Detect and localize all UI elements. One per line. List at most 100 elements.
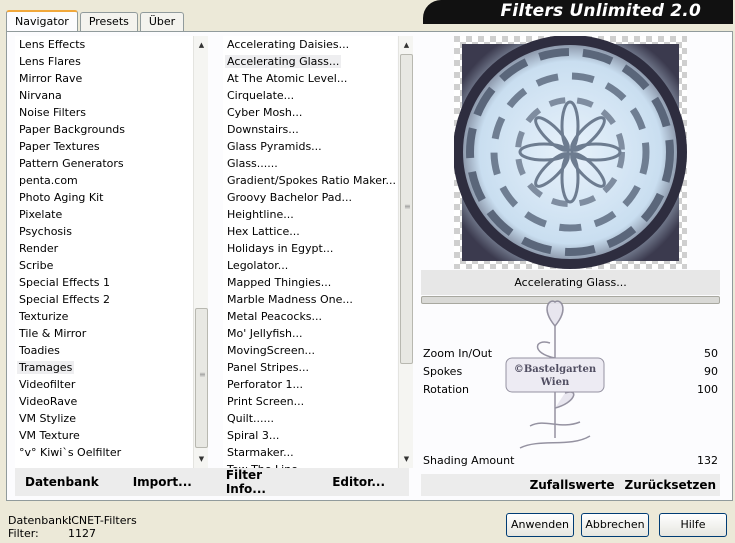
- filter-item-label: Metal Peacocks...: [227, 310, 323, 323]
- category-item[interactable]: Lens Effects: [15, 36, 193, 53]
- param-value: 90: [704, 365, 718, 378]
- category-item[interactable]: Psychosis: [15, 223, 193, 240]
- category-item[interactable]: Toadies: [15, 342, 193, 359]
- random-values-link[interactable]: Zufallswerte: [530, 478, 615, 492]
- scroll-up-arrow-icon[interactable]: ▲: [194, 38, 209, 52]
- filter-item[interactable]: Glass Pyramids...: [223, 138, 397, 155]
- filter-item[interactable]: Starmaker...: [223, 444, 397, 461]
- category-item[interactable]: Videofilter: [15, 376, 193, 393]
- category-item-label: Tile & Mirror: [19, 327, 87, 340]
- filter-item[interactable]: Holidays in Egypt...: [223, 240, 397, 257]
- filter-item-label: Accelerating Glass...: [225, 55, 342, 68]
- category-item-label: Paper Backgrounds: [19, 123, 126, 136]
- category-item[interactable]: °v° Kiwi`s Oelfilter: [15, 444, 193, 461]
- app-title: Filters Unlimited 2.0: [500, 1, 701, 21]
- tab-about[interactable]: Über: [139, 12, 185, 32]
- filter-item[interactable]: MovingScreen...: [223, 342, 397, 359]
- filter-item-label: Glass Pyramids...: [227, 140, 322, 153]
- filter-item-label: Marble Madness One...: [227, 293, 353, 306]
- tab-navigator[interactable]: Navigator: [6, 10, 78, 32]
- scroll-thumb[interactable]: ≡: [400, 54, 413, 364]
- filter-info-link[interactable]: Filter Info...: [226, 468, 298, 496]
- filter-item[interactable]: Perforator 1...: [223, 376, 397, 393]
- filter-item[interactable]: Print Screen...: [223, 393, 397, 410]
- category-item-label: Texturize: [19, 310, 69, 323]
- parameter-list: Zoom In/Out 50 Spokes 90 Rotation 100: [421, 345, 720, 399]
- category-item[interactable]: Paper Textures: [15, 138, 193, 155]
- category-item[interactable]: penta.com: [15, 172, 193, 189]
- reset-link[interactable]: Zurücksetzen: [625, 478, 716, 492]
- category-item[interactable]: Photo Aging Kit: [15, 189, 193, 206]
- category-item[interactable]: Special Effects 1: [15, 274, 193, 291]
- filter-item[interactable]: Cirquelate...: [223, 87, 397, 104]
- filter-item-label: Spiral 3...: [227, 429, 280, 442]
- filter-item[interactable]: Heightline...: [223, 206, 397, 223]
- param-row-zoom[interactable]: Zoom In/Out 50: [421, 345, 720, 363]
- filter-item[interactable]: Groovy Bachelor Pad...: [223, 189, 397, 206]
- tab-presets[interactable]: Presets: [79, 12, 138, 32]
- param-row-shading[interactable]: Shading Amount 132: [421, 452, 720, 470]
- category-item[interactable]: Special Effects 2: [15, 291, 193, 308]
- category-item[interactable]: VideoRave: [15, 393, 193, 410]
- scroll-up-arrow-icon[interactable]: ▲: [399, 38, 414, 52]
- category-item[interactable]: Noise Filters: [15, 104, 193, 121]
- filter-item[interactable]: Gradient/Spokes Ratio Maker...: [223, 172, 397, 189]
- filter-item[interactable]: Spiral 3...: [223, 427, 397, 444]
- category-list[interactable]: Lens Effects Lens Flares Mirror Rave Nirvan…: [15, 36, 193, 468]
- import-link[interactable]: Import...: [133, 475, 192, 489]
- filter-item[interactable]: Panel Stripes...: [223, 359, 397, 376]
- cancel-button[interactable]: Abbrechen: [581, 513, 649, 537]
- filter-item[interactable]: Cyber Mosh...: [223, 104, 397, 121]
- category-item[interactable]: Tramages: [15, 359, 193, 376]
- scroll-down-arrow-icon[interactable]: ▼: [194, 452, 209, 466]
- category-item[interactable]: Pixelate: [15, 206, 193, 223]
- apply-button[interactable]: Anwenden: [506, 513, 574, 537]
- category-item[interactable]: Tile & Mirror: [15, 325, 193, 342]
- filter-scrollbar[interactable]: ▲ ≡ ▼: [398, 36, 413, 468]
- category-item[interactable]: Render: [15, 240, 193, 257]
- filter-preview-image: [454, 36, 687, 269]
- filter-item[interactable]: At The Atomic Level...: [223, 70, 397, 87]
- filter-item[interactable]: Quilt......: [223, 410, 397, 427]
- category-item-label: Toadies: [19, 344, 60, 357]
- filter-item[interactable]: Hex Lattice...: [223, 223, 397, 240]
- param-label: Rotation: [423, 383, 470, 396]
- category-item[interactable]: VM Stylize: [15, 410, 193, 427]
- category-item[interactable]: Paper Backgrounds: [15, 121, 193, 138]
- filter-list[interactable]: Accelerating Daisies... Accelerating Glas…: [223, 36, 397, 468]
- category-scrollbar[interactable]: ▲ ≡ ▼: [193, 36, 208, 468]
- category-item[interactable]: Nirvana: [15, 87, 193, 104]
- category-item[interactable]: VM Texture: [15, 427, 193, 444]
- scroll-thumb[interactable]: ≡: [195, 308, 208, 448]
- filter-item-label: Cyber Mosh...: [227, 106, 303, 119]
- filter-item[interactable]: Mapped Thingies...: [223, 274, 397, 291]
- category-item[interactable]: Scribe: [15, 257, 193, 274]
- scroll-down-arrow-icon[interactable]: ▼: [399, 452, 414, 466]
- param-row-rotation[interactable]: Rotation 100: [421, 381, 720, 399]
- datenbank-link[interactable]: Datenbank: [25, 475, 99, 489]
- filter-item[interactable]: Tow The Line...: [223, 461, 397, 468]
- category-item-label: Pixelate: [19, 208, 63, 221]
- category-item[interactable]: Mirror Rave: [15, 70, 193, 87]
- filter-item-label: Cirquelate...: [227, 89, 295, 102]
- filter-item[interactable]: Legolator...: [223, 257, 397, 274]
- help-button[interactable]: Hilfe: [659, 513, 727, 537]
- category-item[interactable]: Texturize: [15, 308, 193, 325]
- param-label: Shading Amount: [423, 454, 515, 467]
- editor-link[interactable]: Editor...: [332, 475, 385, 489]
- category-item-label: Nirvana: [19, 89, 62, 102]
- filter-item[interactable]: Downstairs...: [223, 121, 397, 138]
- filter-item-label: Gradient/Spokes Ratio Maker...: [227, 174, 396, 187]
- filter-item[interactable]: Accelerating Daisies...: [223, 36, 397, 53]
- param-row-spokes[interactable]: Spokes 90: [421, 363, 720, 381]
- filter-item[interactable]: Marble Madness One...: [223, 291, 397, 308]
- category-item-label: Paper Textures: [19, 140, 100, 153]
- filter-item[interactable]: Mo' Jellyfish...: [223, 325, 397, 342]
- filter-item-label: Legolator...: [227, 259, 289, 272]
- filter-item-label: Perforator 1...: [227, 378, 303, 391]
- filter-item[interactable]: Metal Peacocks...: [223, 308, 397, 325]
- category-item[interactable]: Pattern Generators: [15, 155, 193, 172]
- filter-item[interactable]: Accelerating Glass...: [223, 53, 397, 70]
- category-item[interactable]: Lens Flares: [15, 53, 193, 70]
- filter-item[interactable]: Glass......: [223, 155, 397, 172]
